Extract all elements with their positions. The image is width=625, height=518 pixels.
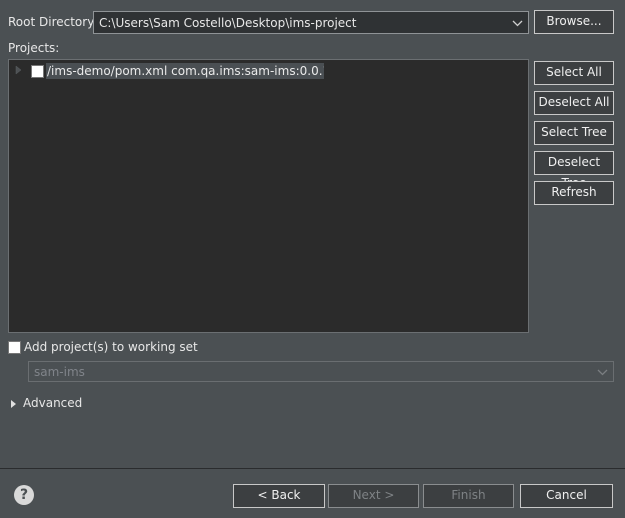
refresh-button[interactable]: Refresh: [534, 181, 614, 205]
select-all-button[interactable]: Select All: [534, 61, 614, 85]
footer-separator: [0, 468, 625, 469]
back-button[interactable]: < Back: [233, 484, 325, 508]
working-set-value: sam-ims: [34, 365, 85, 379]
project-checkbox[interactable]: [31, 65, 44, 78]
projects-list[interactable]: /ims-demo/pom.xml com.qa.ims:sam-ims:0.0…: [8, 59, 529, 333]
advanced-expand-icon[interactable]: [10, 398, 18, 408]
help-icon[interactable]: ?: [14, 485, 34, 505]
deselect-tree-button[interactable]: Deselect Tree: [534, 151, 614, 190]
select-tree-button[interactable]: Select Tree: [534, 121, 614, 145]
projects-label: Projects:: [8, 41, 60, 55]
working-set-combo[interactable]: sam-ims: [28, 361, 614, 382]
expand-arrow-icon[interactable]: [14, 64, 24, 76]
finish-button[interactable]: Finish: [423, 484, 514, 508]
working-set-label[interactable]: Add project(s) to working set: [24, 339, 198, 355]
chevron-down-icon[interactable]: [509, 13, 526, 33]
working-set-checkbox[interactable]: [8, 341, 21, 354]
chevron-down-icon[interactable]: [594, 362, 611, 382]
deselect-all-button[interactable]: Deselect All: [534, 91, 614, 115]
project-item-label: /ims-demo/pom.xml com.qa.ims:sam-ims:0.0…: [46, 63, 324, 79]
root-directory-label: Root Directory:: [8, 15, 98, 29]
list-item[interactable]: /ims-demo/pom.xml com.qa.ims:sam-ims:0.0…: [9, 60, 528, 80]
cancel-button[interactable]: Cancel: [520, 484, 613, 508]
next-button[interactable]: Next >: [328, 484, 419, 508]
root-directory-value: C:\Users\Sam Costello\Desktop\ims-projec…: [99, 16, 357, 30]
advanced-label[interactable]: Advanced: [23, 395, 82, 411]
browse-button[interactable]: Browse...: [534, 10, 614, 34]
root-directory-combo[interactable]: C:\Users\Sam Costello\Desktop\ims-projec…: [93, 11, 529, 34]
